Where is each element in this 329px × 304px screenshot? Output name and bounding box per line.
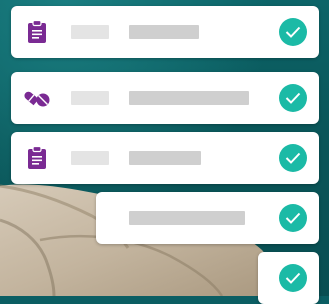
- item-detail-placeholder: [129, 211, 245, 225]
- checkmark-icon[interactable]: [279, 204, 307, 232]
- item-detail-placeholder: [129, 25, 199, 39]
- checkmark-icon[interactable]: [279, 84, 307, 112]
- checkmark-icon[interactable]: [279, 144, 307, 172]
- checkmark-icon[interactable]: [279, 18, 307, 46]
- checkmark-icon[interactable]: [279, 264, 307, 292]
- pills-icon: [23, 86, 51, 110]
- item-label-placeholder: [71, 151, 109, 165]
- checklist-item[interactable]: [96, 192, 319, 244]
- checklist-item[interactable]: [11, 6, 319, 58]
- item-label-placeholder: [71, 91, 109, 105]
- checklist-item[interactable]: [258, 252, 319, 304]
- item-detail-placeholder: [129, 91, 249, 105]
- checklist-item[interactable]: [11, 132, 319, 184]
- clipboard-icon: [23, 20, 51, 44]
- checklist-item[interactable]: [11, 72, 319, 124]
- item-detail-placeholder: [129, 151, 201, 165]
- clipboard-icon: [23, 146, 51, 170]
- item-label-placeholder: [71, 25, 109, 39]
